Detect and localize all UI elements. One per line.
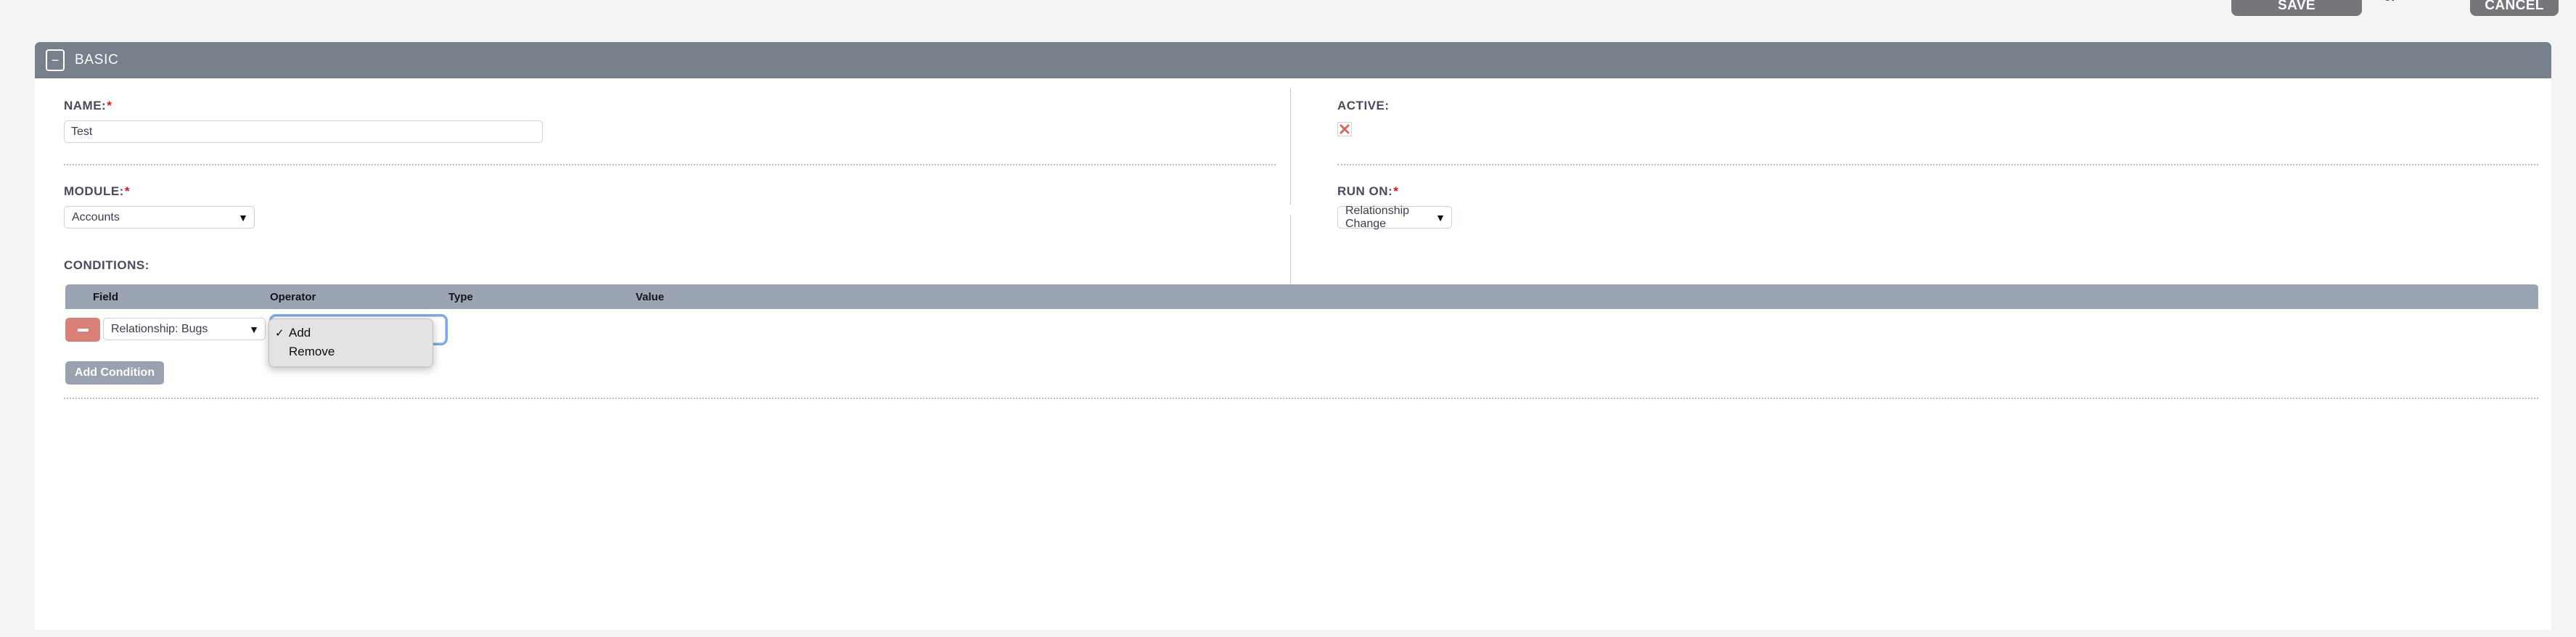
runon-label: RUN ON:* — [1337, 184, 1399, 198]
check-icon: ✓ — [275, 327, 284, 340]
conditions-label: CONDITIONS: — [64, 258, 149, 272]
active-field-group: ACTIVE: — [1337, 99, 1390, 136]
active-label: ACTIVE: — [1337, 99, 1390, 112]
module-field-group: MODULE:* Accounts ▼ — [64, 184, 255, 229]
add-condition-button[interactable]: Add Condition — [65, 361, 164, 385]
required-marker: * — [1393, 184, 1399, 198]
collapse-panel-icon[interactable]: − — [46, 49, 65, 71]
conditions-table: Field Operator Type Value Relationship: … — [65, 284, 2538, 367]
column-header-operator: Operator — [270, 291, 316, 303]
x-mark-icon — [1339, 123, 1350, 135]
active-checkbox[interactable] — [1337, 122, 1352, 136]
cancel-button[interactable]: CANCEL — [2470, 0, 2559, 16]
required-marker: * — [124, 184, 130, 198]
panel-title: BASIC — [75, 52, 119, 67]
panel-header: − BASIC — [35, 42, 2551, 78]
module-label: MODULE:* — [64, 184, 130, 198]
divider-bottom — [64, 398, 2538, 399]
dropdown-option-label: Remove — [289, 345, 335, 358]
basic-panel: − BASIC NAME:* ACTIVE: — [35, 42, 2551, 630]
name-field-group: NAME:* — [64, 99, 543, 143]
button-separator-text: or — [2384, 0, 2449, 3]
conditions-table-header: Field Operator Type Value — [65, 284, 2538, 309]
dropdown-option-add[interactable]: ✓ Add — [269, 324, 432, 342]
chevron-down-icon: ▼ — [249, 323, 259, 335]
condition-field-value: Relationship: Bugs — [111, 322, 208, 335]
runon-select[interactable]: Relationship Change ▼ — [1337, 204, 1452, 230]
operator-dropdown-menu[interactable]: ✓ Add Remove — [268, 318, 433, 367]
minus-icon — [77, 328, 89, 332]
remove-condition-button[interactable] — [65, 318, 100, 342]
required-marker: * — [107, 99, 112, 112]
dropdown-option-remove[interactable]: Remove — [269, 342, 432, 361]
top-action-bar: SAVE or CANCEL — [0, 0, 2576, 16]
runon-field-group: RUN ON:* Relationship Change ▼ — [1337, 184, 1452, 230]
name-input[interactable] — [64, 120, 543, 143]
condition-field-select[interactable]: Relationship: Bugs ▼ — [103, 318, 266, 340]
column-header-type: Type — [448, 291, 473, 303]
column-header-value: Value — [636, 291, 665, 303]
name-label: NAME:* — [64, 99, 112, 112]
panel-body: NAME:* ACTIVE: MODULE:* — [35, 78, 2551, 630]
module-select-value: Accounts — [72, 210, 120, 223]
form-row-name-active: NAME:* ACTIVE: — [35, 78, 2551, 164]
dropdown-option-label: Add — [289, 326, 311, 340]
column-header-field: Field — [93, 291, 119, 303]
form-row-module-runon: MODULE:* Accounts ▼ RUN ON:* Relationshi… — [35, 164, 2551, 250]
table-row: Relationship: Bugs ▼ ✓ Add Remove — [65, 309, 2538, 367]
chevron-down-icon: ▼ — [238, 211, 248, 223]
save-button[interactable]: SAVE — [2231, 0, 2362, 16]
runon-select-value: Relationship Change — [1345, 204, 1410, 230]
module-select[interactable]: Accounts ▼ — [64, 206, 255, 229]
chevron-down-icon: ▼ — [1435, 211, 1445, 223]
